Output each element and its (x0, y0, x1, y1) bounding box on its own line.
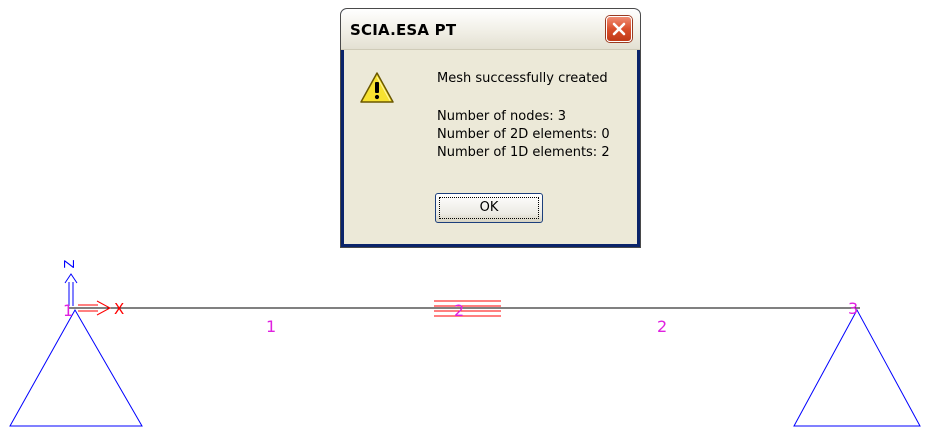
z-axis-label: Z (63, 259, 78, 268)
nodes-count-text: Number of nodes: 3 (437, 109, 567, 124)
member-label: 2 (657, 317, 667, 336)
dialog-message: Mesh successfully created (437, 71, 608, 86)
close-icon (612, 22, 626, 36)
node-label: 1 (63, 301, 73, 320)
support-left (9, 308, 143, 427)
support-right (793, 308, 921, 427)
dialog-title: SCIA.ESA PT (350, 21, 457, 39)
dialog-titlebar[interactable]: SCIA.ESA PT (341, 9, 640, 50)
close-button[interactable] (606, 16, 632, 42)
dialog-body: Mesh successfully created Number of node… (344, 50, 637, 244)
ok-button[interactable]: OK (435, 193, 543, 223)
member-label: 1 (266, 317, 276, 336)
elements-1d-count-text: Number of 1D elements: 2 (437, 145, 610, 160)
mesh-info-dialog[interactable]: SCIA.ESA PT Mesh successfully created Nu… (340, 8, 641, 248)
node-label: 2 (454, 301, 464, 320)
node-label: 3 (848, 299, 858, 318)
elements-2d-count-text: Number of 2D elements: 0 (437, 127, 610, 142)
warning-icon (360, 72, 394, 103)
x-axis-label: X (114, 300, 124, 318)
